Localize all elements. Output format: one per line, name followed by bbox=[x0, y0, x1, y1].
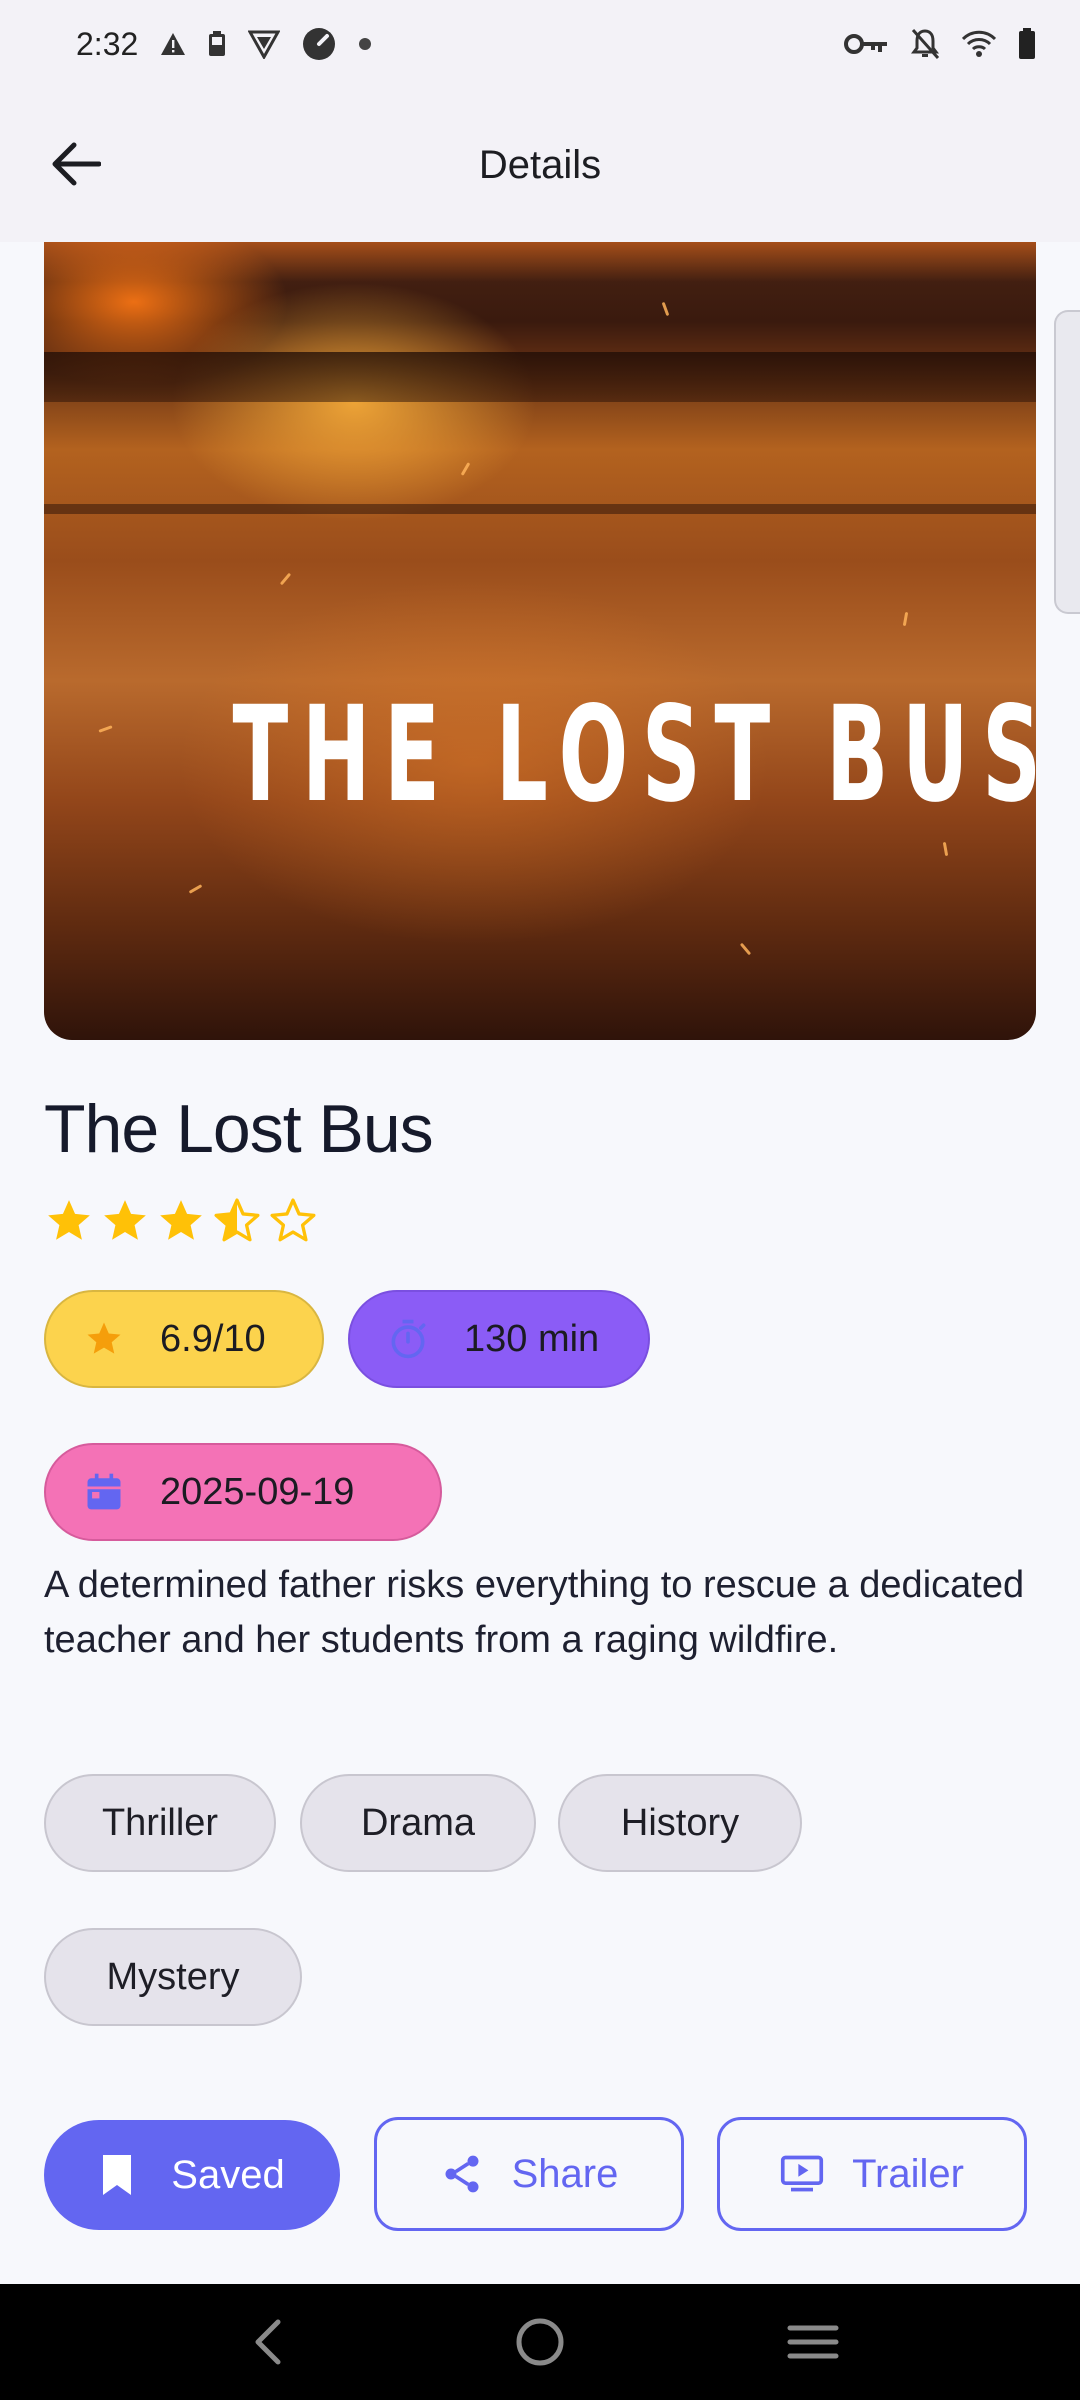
speedometer-icon bbox=[302, 27, 336, 61]
nav-home-button[interactable] bbox=[500, 2302, 580, 2382]
poster-spark bbox=[279, 572, 292, 586]
saved-button[interactable]: Saved bbox=[44, 2120, 340, 2230]
share-button[interactable]: Share bbox=[374, 2117, 684, 2231]
dot-icon bbox=[358, 37, 372, 51]
movie-overview: A determined father risks everything to … bbox=[44, 1564, 1025, 1661]
saved-label: Saved bbox=[171, 2152, 285, 2197]
nav-back-icon bbox=[255, 2319, 281, 2365]
system-nav-bar bbox=[0, 2284, 1080, 2400]
release-date-value: 2025-09-19 bbox=[160, 1470, 355, 1513]
trailer-label: Trailer bbox=[852, 2151, 964, 2196]
share-label: Share bbox=[511, 2151, 619, 2196]
star-icon bbox=[82, 1317, 126, 1361]
poster-spark bbox=[902, 611, 909, 627]
trailer-button[interactable]: Trailer bbox=[717, 2117, 1027, 2231]
genre-chip[interactable]: Thriller bbox=[44, 1774, 276, 1872]
arrow-back-icon bbox=[52, 142, 101, 186]
scrollbar-thumb[interactable] bbox=[1054, 310, 1080, 614]
status-bar-right bbox=[844, 28, 1036, 60]
genre-chip[interactable]: Drama bbox=[300, 1774, 536, 1872]
timer-icon bbox=[386, 1317, 430, 1361]
battery-icon bbox=[1018, 28, 1036, 60]
key-icon bbox=[844, 33, 888, 55]
nav-menu-icon bbox=[787, 2325, 839, 2359]
page-title: Details bbox=[478, 142, 602, 187]
movie-title: The Lost Bus bbox=[44, 1091, 434, 1167]
star-half-icon bbox=[214, 1198, 260, 1242]
status-time: 2:32 bbox=[76, 25, 139, 62]
rating-chip: 6.9/10 bbox=[44, 1290, 324, 1388]
movie-poster: THE LOST BUS bbox=[44, 242, 1036, 1040]
video-play-icon bbox=[780, 2152, 824, 2196]
wifi-icon bbox=[962, 30, 996, 58]
poster-spark bbox=[98, 725, 113, 733]
poster-bus-stripe-thin bbox=[44, 504, 1036, 514]
star-filled-icon bbox=[48, 1200, 90, 1240]
status-bar: 2:32 bbox=[0, 0, 1080, 88]
bookmark-icon bbox=[99, 2153, 143, 2197]
vpn-shield-icon bbox=[248, 29, 281, 59]
rating-value: 6.9/10 bbox=[160, 1317, 266, 1360]
back-button[interactable] bbox=[40, 128, 112, 200]
star-filled-icon bbox=[160, 1200, 202, 1240]
poster-spark bbox=[942, 841, 949, 857]
poster-fire-glow bbox=[44, 242, 1036, 282]
poster-title-text: THE LOST BUS bbox=[232, 678, 1036, 832]
nav-home-icon bbox=[516, 2318, 564, 2366]
app-bar: Details bbox=[0, 88, 1080, 242]
star-filled-icon bbox=[104, 1200, 146, 1240]
status-bar-left: 2:32 bbox=[76, 26, 372, 63]
battery-saver-icon bbox=[208, 31, 226, 57]
share-icon bbox=[440, 2152, 484, 2196]
warning-icon bbox=[160, 32, 186, 56]
poster-bus-stripe bbox=[44, 352, 1036, 402]
poster-spark bbox=[739, 942, 752, 956]
poster-spark bbox=[661, 301, 670, 317]
runtime-value: 130 min bbox=[464, 1317, 600, 1360]
genre-chip[interactable]: History bbox=[558, 1774, 802, 1872]
release-date-chip: 2025-09-19 bbox=[44, 1443, 442, 1541]
poster-spark bbox=[188, 884, 203, 894]
calendar-icon bbox=[82, 1470, 126, 1514]
genre-chip[interactable]: Mystery bbox=[44, 1928, 302, 2026]
poster-spark bbox=[460, 462, 471, 476]
runtime-chip: 130 min bbox=[348, 1290, 650, 1388]
star-empty-icon bbox=[270, 1198, 316, 1242]
star-rating bbox=[44, 1196, 318, 1246]
nav-menu-button[interactable] bbox=[773, 2302, 853, 2382]
nav-back-button[interactable] bbox=[227, 2302, 307, 2382]
notifications-off-icon bbox=[910, 28, 940, 60]
